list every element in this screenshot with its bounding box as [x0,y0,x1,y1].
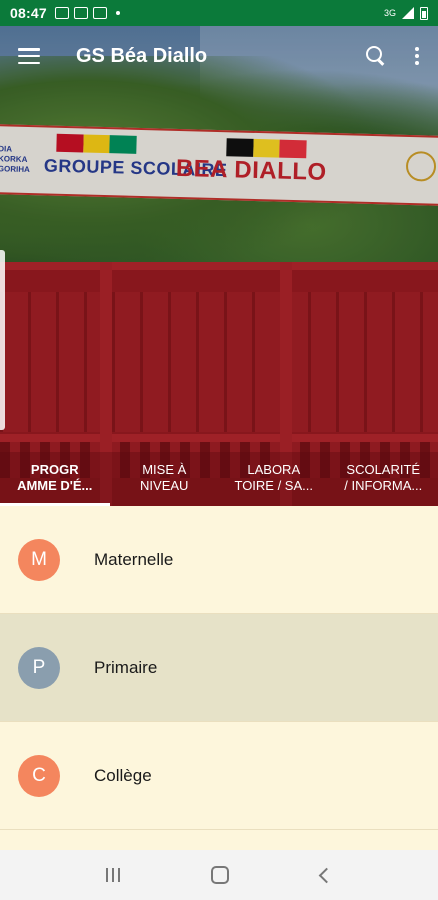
battery-icon [420,6,428,20]
avatar: M [18,538,60,581]
avatar: P [18,646,60,689]
list-item-label: Collège [94,765,152,785]
image-icon [73,7,88,19]
more-vert-icon[interactable] [414,47,420,65]
network-type: 3G [383,8,396,18]
tab-laboratoire[interactable]: LABORA TOIRE / SA... [219,452,329,506]
app-bar-actions [366,46,420,66]
tab-programme[interactable]: PROGR AMME D'É... [0,452,110,506]
list-item-maternelle[interactable]: M Maternelle [0,506,438,614]
header-image: DIA KORKA GORIHA GROUPE SCOLAIRE BEA DIA… [0,26,438,506]
signal-icon [402,7,414,19]
home-icon[interactable] [211,866,230,884]
avatar: C [18,754,60,797]
app-icon [92,7,107,19]
app-title: GS Béa Diallo [76,44,208,67]
status-time: 08:47 [10,5,47,21]
status-bar: 08:47 3G [0,0,438,26]
back-icon[interactable] [318,867,335,883]
list-item-college[interactable]: C Collège [0,722,438,830]
edge-panel-handle[interactable] [0,250,5,430]
status-right: 3G [383,6,428,20]
list-item-primaire[interactable]: P Primaire [0,614,438,722]
search-icon[interactable] [366,46,386,66]
recent-apps-icon[interactable] [105,868,120,882]
list-item-label: Primaire [94,657,158,677]
tab-mise-a-niveau[interactable]: MISE À NIVEAU [110,452,220,506]
level-list: M Maternelle P Primaire C Collège [0,506,438,830]
gallery-icon [54,7,69,19]
app-bar: GS Béa Diallo [0,26,438,86]
system-nav-bar [0,850,438,900]
tab-bar: PROGR AMME D'É... MISE À NIVEAU LABORA T… [0,452,438,506]
hamburger-menu-icon[interactable] [18,48,40,64]
notification-dot-icon [115,11,120,15]
list-item-label: Maternelle [94,549,174,569]
tab-scolarite[interactable]: SCOLARITÉ / INFORMA... [329,452,438,506]
